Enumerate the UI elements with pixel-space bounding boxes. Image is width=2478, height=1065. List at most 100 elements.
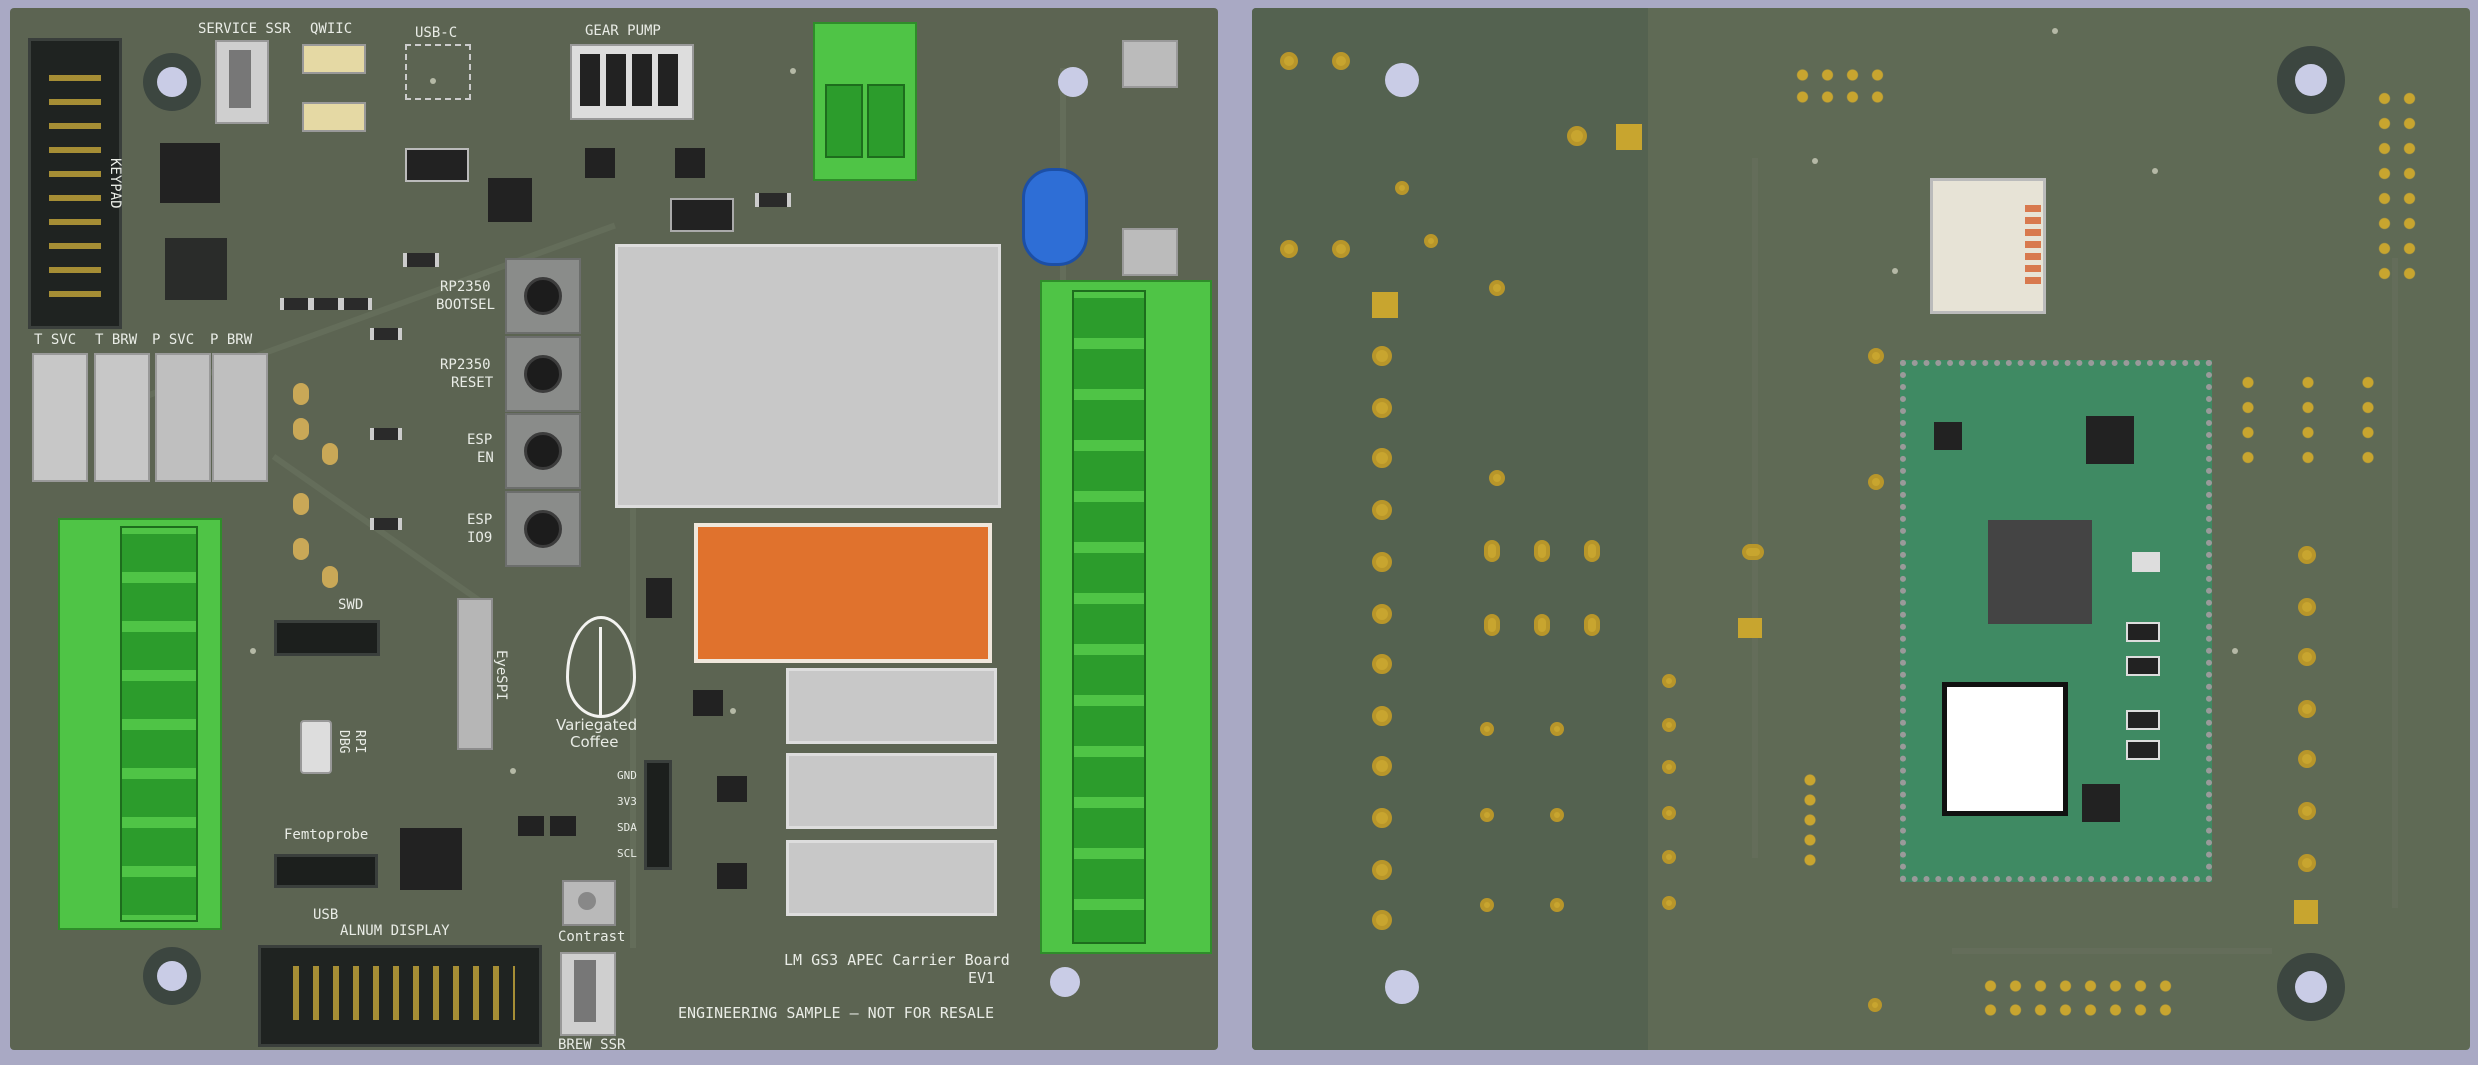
header-pins <box>279 966 515 1020</box>
resistor <box>370 428 402 440</box>
bootsel-button[interactable] <box>505 258 581 334</box>
trace <box>1752 158 1758 858</box>
terminal-cells <box>1072 290 1146 944</box>
eyespi-connector <box>457 598 493 750</box>
esp-en-button[interactable] <box>505 413 581 489</box>
alnum-display-label: ALNUM DISPLAY <box>340 923 450 939</box>
t-brw-label: T BRW <box>95 332 138 348</box>
solder-pad <box>1372 346 1392 366</box>
solder-pad <box>2298 700 2316 718</box>
solder-pad-square <box>2294 900 2318 924</box>
pad-grid <box>1790 64 1890 108</box>
reset-button[interactable] <box>505 336 581 412</box>
solder-pad <box>1480 808 1494 822</box>
rpi-dbg-connector <box>300 720 332 774</box>
solder-pad <box>1662 718 1676 732</box>
usb-c-footprint <box>405 44 471 100</box>
terminal-cell <box>867 84 905 158</box>
capacitor <box>293 538 309 560</box>
p-brw-label: P BRW <box>210 332 253 348</box>
brew-ssr-label: BREW SSR <box>558 1037 626 1050</box>
solder-pad <box>1868 998 1882 1012</box>
mounting-hole <box>2295 971 2327 1003</box>
terminal-cell <box>825 84 863 158</box>
solder-pad <box>1550 898 1564 912</box>
via <box>2052 28 2058 34</box>
button-cap <box>524 277 562 315</box>
transistor <box>675 148 705 178</box>
solder-pad <box>1567 126 1587 146</box>
signal-relay <box>786 753 997 829</box>
esp-io9-button[interactable] <box>505 491 581 567</box>
leaf-logo-icon <box>566 616 636 718</box>
solder-pad <box>1662 896 1676 910</box>
t-svc-label: T SVC <box>34 332 77 348</box>
transistor <box>717 863 747 889</box>
passive <box>2126 622 2160 642</box>
swd-header <box>274 620 380 656</box>
mounting-hole <box>1050 967 1080 997</box>
transistor <box>693 690 723 716</box>
service-ssr-label: SERVICE SSR <box>198 21 291 37</box>
solder-pad <box>1372 398 1392 418</box>
fuse-clip <box>1122 40 1178 88</box>
solder-pad <box>1489 470 1505 486</box>
scl-label: SCL <box>617 847 637 860</box>
board-title: LM GS3 APEC Carrier Board <box>784 951 1010 969</box>
ic-chip <box>1934 422 1962 450</box>
signal-relay <box>786 840 997 916</box>
regulator-chip <box>405 148 469 182</box>
transistor <box>550 816 576 836</box>
solder-pad <box>1662 850 1676 864</box>
board-revision: EV1 <box>968 969 996 987</box>
pad-grid <box>2372 86 2422 286</box>
contrast-potentiometer[interactable] <box>562 880 616 926</box>
ic-chip <box>165 238 227 300</box>
solder-pad <box>2298 598 2316 616</box>
solder-pad <box>1332 52 1350 70</box>
3v3-label: 3V3 <box>617 795 637 808</box>
via <box>510 768 516 774</box>
solder-pad-square <box>1372 292 1398 318</box>
via <box>730 708 736 714</box>
passive <box>2126 656 2160 676</box>
sd-contacts <box>2025 205 2041 289</box>
pot-knob <box>578 892 596 910</box>
orange-relay <box>694 523 992 663</box>
header-pins <box>49 57 101 307</box>
resistor <box>310 298 342 310</box>
esp-io9-label-2: IO9 <box>467 530 493 546</box>
solder-pad-square <box>1738 618 1762 638</box>
engineering-sample-notice: ENGINEERING SAMPLE — NOT FOR RESALE <box>678 1004 995 1022</box>
bootsel-label-1: RP2350 <box>440 279 491 295</box>
solder-pad <box>1280 52 1298 70</box>
blue-capacitor <box>1022 168 1088 266</box>
pad-grid <box>2218 370 2418 470</box>
gnd-label: GND <box>617 769 637 782</box>
solder-pad <box>1480 722 1494 736</box>
sda-label: SDA <box>617 821 637 834</box>
pcb-back-view <box>1252 8 2470 1050</box>
sd-card-slot <box>1930 178 2046 314</box>
oval-pad <box>1484 540 1500 562</box>
solder-pad <box>1372 706 1392 726</box>
microcontroller-module <box>1900 360 2212 882</box>
trace <box>271 453 489 609</box>
swd-label: SWD <box>338 597 364 613</box>
resistor <box>340 298 372 310</box>
ic-chip <box>160 143 220 203</box>
contrast-label: Contrast <box>558 929 626 945</box>
solder-pad <box>1662 674 1676 688</box>
p-brw-connector <box>212 353 268 482</box>
solder-pad <box>1550 808 1564 822</box>
connector-pins <box>580 54 680 106</box>
bootsel-label-2: BOOTSEL <box>436 297 496 313</box>
mounting-hole <box>2295 64 2327 96</box>
reset-label-2: RESET <box>451 375 494 391</box>
femtoprobe-label: Femtoprobe <box>284 827 369 843</box>
main-relay <box>615 244 1001 508</box>
signal-relay <box>786 668 997 744</box>
diode <box>670 198 734 232</box>
connector-housing <box>229 50 251 108</box>
usb-label: USB <box>313 907 339 923</box>
